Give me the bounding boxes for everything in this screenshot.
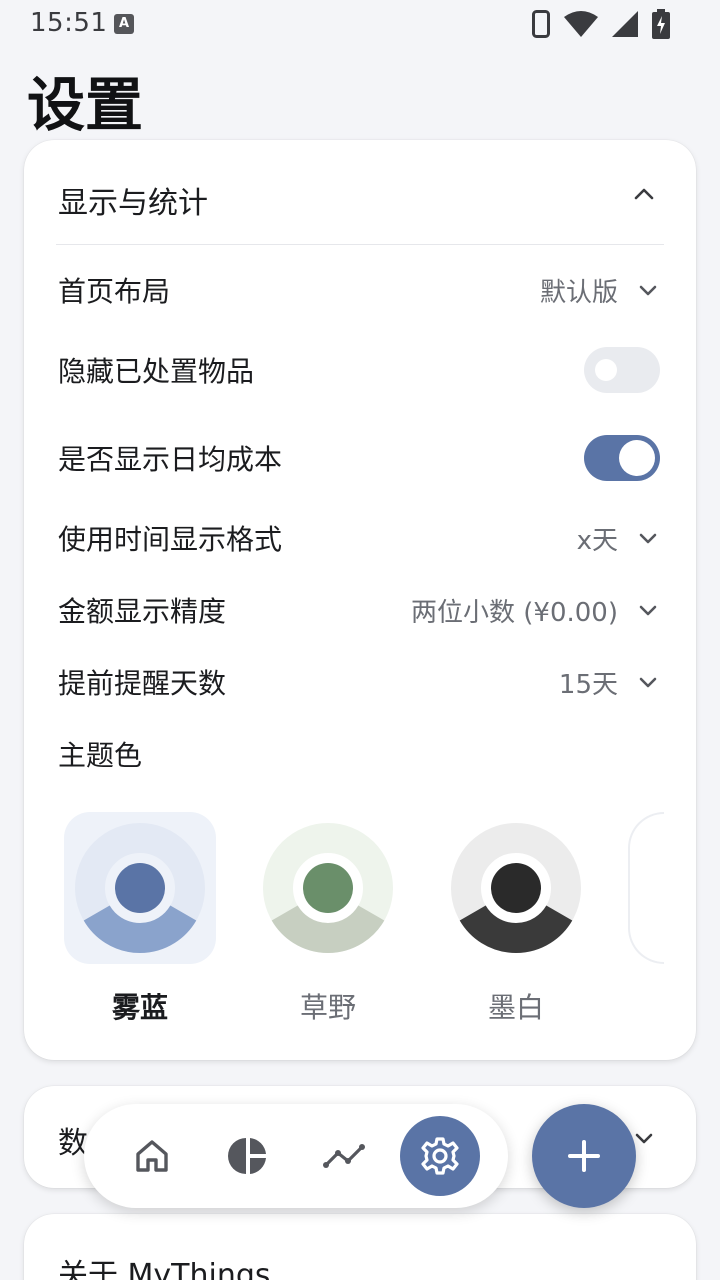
page-title: 设置	[27, 71, 144, 139]
display-settings-card: 显示与统计 首页布局 默认版 隐藏已处置物品 是否显示日均成本 使用时间显示格式…	[24, 140, 696, 1060]
row-label: 主题色	[58, 739, 143, 772]
row-theme-color: 主题色	[58, 724, 660, 784]
about-card[interactable]: 关于 MyThings	[24, 1214, 696, 1280]
chevron-up-icon[interactable]	[632, 182, 656, 206]
theme-label-fog-blue: 雾蓝	[111, 991, 168, 1024]
row-label: 首页布局	[58, 275, 171, 308]
signal-icon	[612, 11, 638, 37]
theme-label-ink-white: 墨白	[487, 991, 544, 1024]
row-show-daily-cost: 是否显示日均成本	[58, 428, 660, 488]
time-format-dropdown[interactable]: x天	[577, 520, 660, 557]
chevron-down-icon	[639, 605, 657, 616]
toggle-knob	[619, 440, 655, 476]
chevron-down-icon	[635, 1133, 653, 1144]
row-reminder-days[interactable]: 提前提醒天数 15天	[58, 652, 660, 712]
bottom-nav	[84, 1104, 508, 1208]
row-label: 金额显示精度	[58, 595, 227, 628]
row-home-layout[interactable]: 首页布局 默认版	[58, 260, 660, 320]
nav-trends[interactable]	[304, 1116, 384, 1196]
row-label: 是否显示日均成本	[58, 443, 283, 476]
chevron-down-icon	[639, 285, 657, 296]
notification-a-icon: A	[114, 14, 134, 34]
nav-settings[interactable]	[400, 1116, 480, 1196]
theme-label-grassland: 草野	[299, 991, 356, 1024]
status-time: 15:51	[30, 8, 108, 38]
row-hide-disposed: 隐藏已处置物品	[58, 340, 660, 400]
row-label: 使用时间显示格式	[58, 523, 283, 556]
section-title: 显示与统计	[58, 186, 208, 221]
theme-option-grassland[interactable]	[252, 812, 404, 964]
wifi-icon	[564, 11, 598, 37]
theme-swatch-fog-blue	[75, 823, 205, 953]
theme-option-fog-blue[interactable]	[64, 812, 216, 964]
chart-pie-icon	[228, 1138, 266, 1174]
row-amount-precision[interactable]: 金额显示精度 两位小数 (¥0.00)	[58, 580, 660, 640]
plus-icon	[568, 1140, 600, 1172]
home-icon	[136, 1140, 168, 1172]
home-layout-dropdown[interactable]: 默认版	[540, 272, 660, 309]
dropdown-value: 15天	[558, 669, 618, 700]
theme-option-ink-white[interactable]	[440, 812, 592, 964]
status-icons	[532, 8, 670, 40]
dropdown-value: x天	[576, 525, 618, 556]
theme-swatch-grassland	[263, 823, 393, 953]
phone-icon	[532, 10, 550, 38]
chevron-down-icon	[639, 533, 657, 544]
hide-disposed-toggle[interactable]	[584, 347, 660, 393]
theme-swatch-ink-white	[451, 823, 581, 953]
status-bar: 15:51 A	[0, 0, 720, 48]
row-label: 隐藏已处置物品	[58, 355, 255, 388]
nav-statistics[interactable]	[208, 1116, 288, 1196]
divider	[56, 244, 664, 245]
theme-option-partial[interactable]	[628, 812, 664, 964]
gear-icon	[421, 1137, 459, 1175]
reminder-days-dropdown[interactable]: 15天	[559, 664, 660, 701]
row-time-format[interactable]: 使用时间显示格式 x天	[58, 508, 660, 568]
add-item-button[interactable]	[532, 1104, 636, 1208]
section-title: 关于 MyThings	[58, 1258, 271, 1280]
dropdown-value: 默认版	[539, 277, 618, 308]
trend-line-icon	[323, 1144, 365, 1168]
amount-precision-dropdown[interactable]: 两位小数 (¥0.00)	[411, 592, 660, 629]
toggle-knob	[595, 359, 617, 381]
row-label: 提前提醒天数	[58, 667, 227, 700]
dropdown-value: 两位小数 (¥0.00)	[411, 597, 618, 628]
battery-charging-icon	[652, 9, 670, 39]
nav-home[interactable]	[112, 1116, 192, 1196]
show-daily-cost-toggle[interactable]	[584, 435, 660, 481]
chevron-down-icon	[639, 677, 657, 688]
